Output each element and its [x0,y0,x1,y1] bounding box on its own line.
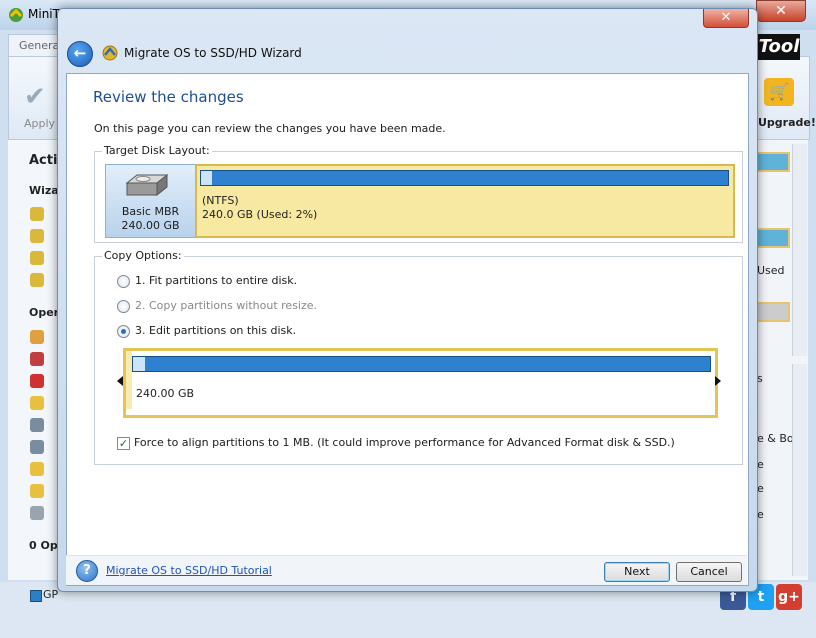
scrollbar[interactable] [792,144,807,356]
edit-partition-size: 240.00 GB [136,387,195,400]
wizard-page: Review the changes On this page you can … [66,73,749,586]
partition-filesystem: (NTFS) [202,194,239,207]
list-text: e [757,508,764,521]
list-text: e & Bo. [757,432,797,445]
tutorial-link[interactable]: Migrate OS to SSD/HD Tutorial [106,564,272,577]
operation-icon[interactable] [30,330,44,344]
disk-type-label: Basic MBR [121,205,180,218]
main-window-title: MiniT [28,7,60,21]
legend-gpt-label: GP [43,588,59,601]
page-description: On this page you can review the changes … [94,122,446,135]
partition-block[interactable]: (NTFS) 240.0 GB (Used: 2%) [195,164,735,238]
operation-icon[interactable] [30,462,44,476]
partition-size-info: 240.0 GB (Used: 2%) [202,208,318,221]
partition-used-fill [201,171,212,185]
used-label: Used [757,264,785,277]
partition-thumb[interactable] [756,228,790,248]
align-checkbox-label[interactable]: Force to align partitions to 1 MB. (It c… [134,436,675,449]
hard-disk-icon [125,173,169,197]
back-arrow-icon[interactable]: ← [67,41,93,67]
option-no-resize-label[interactable]: 2. Copy partitions without resize. [135,299,317,312]
app-icon [9,8,23,22]
list-text: e [757,458,764,471]
apply-check-icon[interactable]: ✔ [24,82,46,112]
option-fit-radio[interactable] [117,275,130,288]
operation-icon[interactable] [30,506,44,520]
apply-button-label[interactable]: Apply [24,117,55,130]
main-close-button[interactable]: ✕ [756,0,806,22]
wizard-icon[interactable] [30,273,44,287]
migrate-wizard-dialog: ✕ ← Migrate OS to SSD/HD Wizard Review t… [57,8,758,592]
migrate-wizard-icon [102,45,118,61]
list-text: e [757,482,764,495]
operation-icon[interactable] [30,484,44,498]
partition-thumb[interactable] [756,302,790,322]
edit-partition-usage-bar [132,356,711,372]
dialog-footer: ? Migrate OS to SSD/HD Tutorial Next Can… [66,555,747,585]
disk-size-label: 240.00 GB [121,219,180,232]
option-no-resize-radio[interactable] [117,300,130,313]
edit-partition-used-fill [133,357,145,371]
partition-thumb[interactable] [756,152,790,172]
resize-right-arrow-icon[interactable] [715,376,721,386]
wizard-icon[interactable] [30,229,44,243]
upgrade-label[interactable]: Upgrade! [758,116,816,129]
wizard-icon[interactable] [30,207,44,221]
partition-usage-bar [200,170,729,186]
edit-partition-block[interactable]: 240.00 GB [123,348,718,418]
next-button[interactable]: Next [604,562,670,582]
brand-logo: Tool [758,34,800,60]
disk-block[interactable]: Basic MBR 240.00 GB [105,164,196,238]
operation-icon[interactable] [30,440,44,454]
copy-options-group-label: Copy Options: [102,249,184,262]
option-edit-radio[interactable] [117,325,130,338]
scrollbar[interactable] [792,364,807,576]
align-checkbox[interactable]: ✓ [117,437,130,450]
page-title: Review the changes [93,88,244,106]
wizard-icon[interactable] [30,251,44,265]
dialog-title: Migrate OS to SSD/HD Wizard [124,46,302,60]
cart-icon[interactable]: 🛒 [764,78,794,106]
target-disk-group-label: Target Disk Layout: [102,144,212,157]
option-fit-label[interactable]: 1. Fit partitions to entire disk. [135,274,297,287]
cancel-button[interactable]: Cancel [676,562,742,582]
dialog-close-button[interactable]: ✕ [703,9,749,28]
operation-icon[interactable] [30,374,44,388]
legend-gpt-swatch [30,590,42,602]
operation-icon[interactable] [30,352,44,366]
google-plus-icon[interactable]: g+ [776,584,802,610]
option-edit-label[interactable]: 3. Edit partitions on this disk. [135,324,296,337]
operation-icon[interactable] [30,418,44,432]
operation-icon[interactable] [30,396,44,410]
help-icon[interactable]: ? [76,560,98,582]
